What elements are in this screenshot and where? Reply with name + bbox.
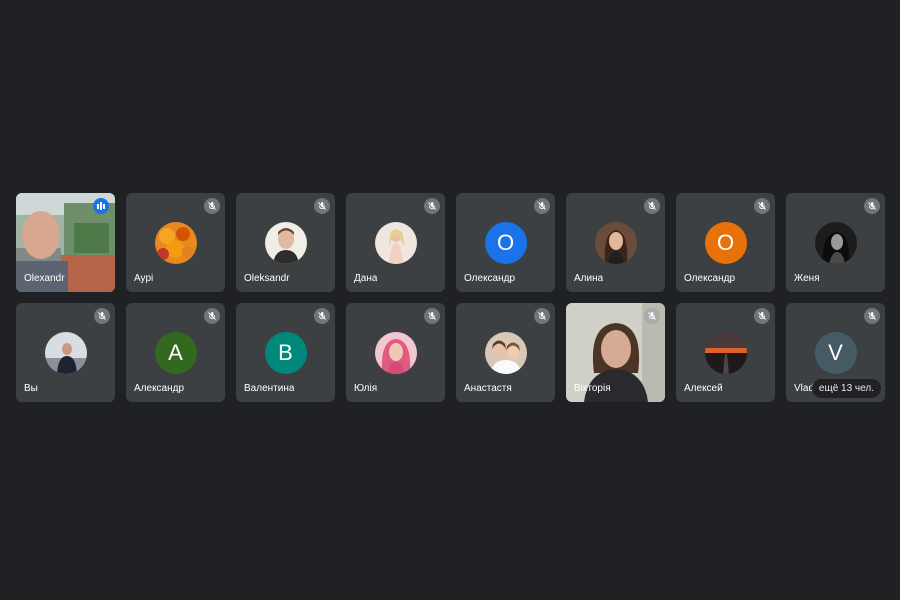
mic-off-icon bbox=[644, 308, 660, 324]
mic-off-icon bbox=[644, 198, 660, 214]
participant-name: Женя bbox=[794, 273, 820, 284]
avatar bbox=[374, 221, 417, 264]
participant-name: Вы bbox=[24, 383, 38, 394]
avatar bbox=[44, 331, 87, 374]
participant-name: Олександр bbox=[464, 273, 516, 284]
avatar bbox=[374, 331, 417, 374]
participant-grid: Olexandr Аурі Oleksandr Дана О Олександр… bbox=[16, 193, 885, 402]
participant-tile[interactable]: Юлія bbox=[346, 303, 445, 402]
participant-tile-viktoriia[interactable]: Вікторія bbox=[566, 303, 665, 402]
participant-tile[interactable]: О Олександр bbox=[456, 193, 555, 292]
participant-tile[interactable]: Алина bbox=[566, 193, 665, 292]
mic-off-icon bbox=[534, 198, 550, 214]
participant-tile[interactable]: V Vlady ещё 13 чел. bbox=[786, 303, 885, 402]
avatar bbox=[264, 221, 307, 264]
avatar-letter: V bbox=[814, 331, 857, 374]
mic-off-icon bbox=[754, 308, 770, 324]
avatar bbox=[814, 221, 857, 264]
participant-tile[interactable]: Аурі bbox=[126, 193, 225, 292]
participant-tile[interactable]: А Александр bbox=[126, 303, 225, 402]
participant-tile-self[interactable]: Вы bbox=[16, 303, 115, 402]
mic-off-icon bbox=[204, 198, 220, 214]
participant-name: Олександр bbox=[684, 273, 736, 284]
mic-off-icon bbox=[534, 308, 550, 324]
avatar bbox=[154, 221, 197, 264]
participant-name: Анастастя bbox=[464, 383, 512, 394]
mic-off-icon bbox=[754, 198, 770, 214]
mic-off-icon bbox=[424, 198, 440, 214]
avatar bbox=[484, 331, 527, 374]
avatar-letter: А bbox=[154, 331, 197, 374]
participant-name: Oleksandr bbox=[244, 273, 290, 284]
participant-tile[interactable]: Женя bbox=[786, 193, 885, 292]
avatar bbox=[594, 221, 637, 264]
participant-tile-olexandr[interactable]: Olexandr bbox=[16, 193, 115, 292]
participant-tile[interactable]: Дана bbox=[346, 193, 445, 292]
participant-name: Аурі bbox=[134, 273, 154, 284]
mic-off-icon bbox=[94, 308, 110, 324]
participant-name: Александр bbox=[134, 383, 185, 394]
participant-name: Вікторія bbox=[574, 383, 611, 394]
participant-tile[interactable]: Oleksandr bbox=[236, 193, 335, 292]
participant-name: Валентина bbox=[244, 383, 295, 394]
participant-tile[interactable]: Алексей bbox=[676, 303, 775, 402]
speaking-indicator bbox=[93, 198, 109, 214]
avatar-letter: О bbox=[704, 221, 747, 264]
participant-name: Дана bbox=[354, 273, 378, 284]
more-participants-button[interactable]: ещё 13 чел. bbox=[811, 379, 881, 398]
participant-name: Алексей bbox=[684, 383, 723, 394]
participant-tile[interactable]: Анастастя bbox=[456, 303, 555, 402]
participant-name: Olexandr bbox=[24, 273, 65, 284]
audio-bars-icon bbox=[97, 202, 105, 210]
participant-name: Алина bbox=[574, 273, 604, 284]
mic-off-icon bbox=[314, 308, 330, 324]
participant-tile[interactable]: В Валентина bbox=[236, 303, 335, 402]
participant-name: Юлія bbox=[354, 383, 378, 394]
mic-off-icon bbox=[424, 308, 440, 324]
participant-tile[interactable]: О Олександр bbox=[676, 193, 775, 292]
avatar-letter: О bbox=[484, 221, 527, 264]
mic-off-icon bbox=[204, 308, 220, 324]
mic-off-icon bbox=[314, 198, 330, 214]
mic-off-icon bbox=[864, 308, 880, 324]
mic-off-icon bbox=[864, 198, 880, 214]
avatar-letter: В bbox=[264, 331, 307, 374]
avatar bbox=[704, 331, 747, 374]
